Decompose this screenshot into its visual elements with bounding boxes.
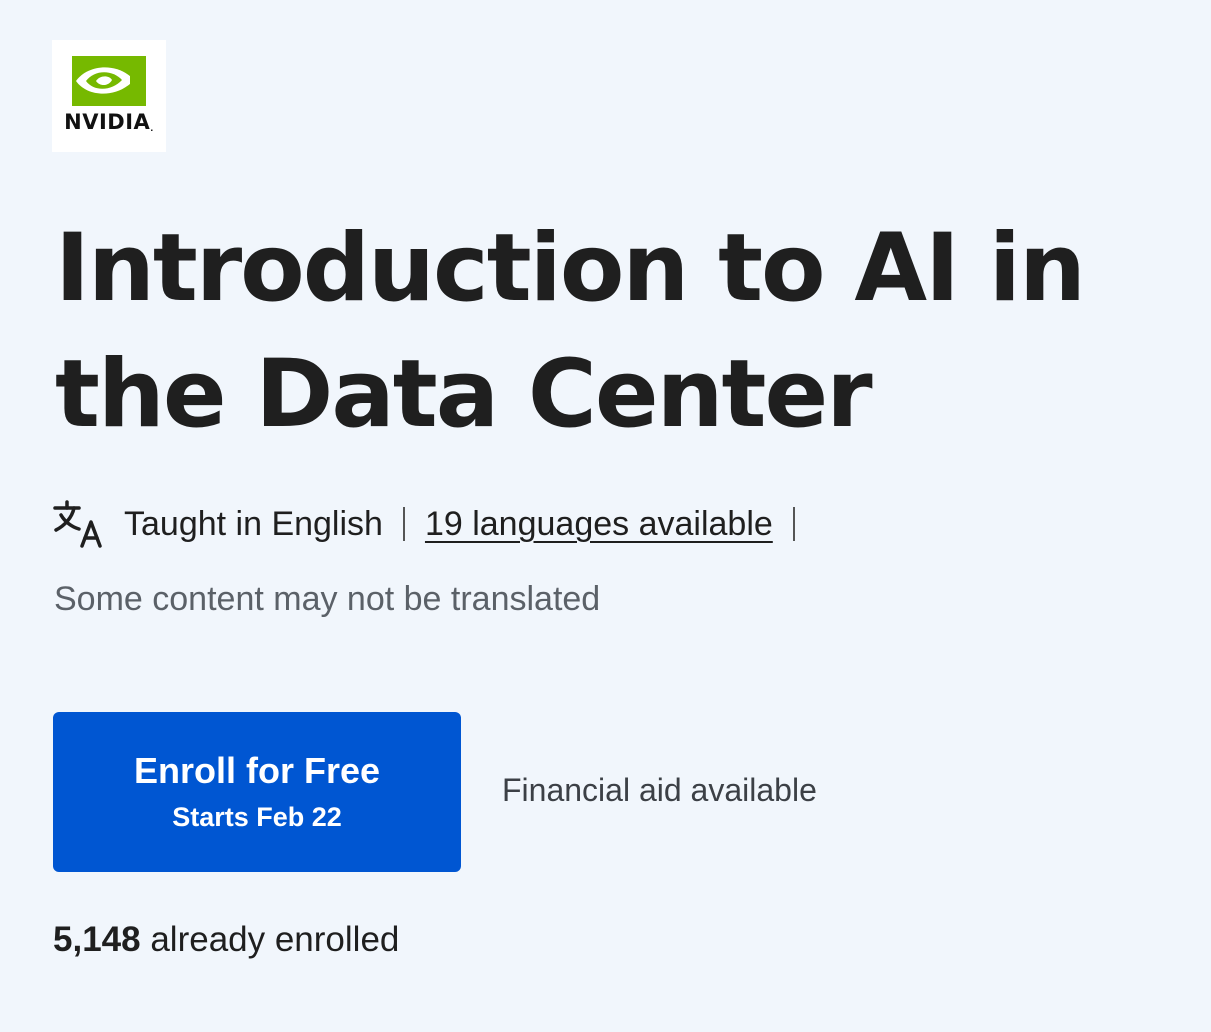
- nvidia-logo: NVIDIA.: [52, 40, 166, 152]
- enrolled-suffix: already enrolled: [150, 920, 400, 959]
- language-info: Taught in English 19 languages available: [52, 496, 795, 552]
- translate-icon: [53, 500, 102, 548]
- enroll-button-label: Enroll for Free: [133, 750, 381, 791]
- start-date: Starts Feb 22: [172, 802, 342, 832]
- languages-available-link[interactable]: 19 languages available: [425, 505, 773, 544]
- divider: [402, 507, 405, 541]
- enroll-button[interactable]: Enroll for Free Starts Feb 22: [53, 712, 461, 872]
- divider: [792, 507, 795, 541]
- nvidia-eye-icon: [72, 56, 146, 106]
- course-title: Introduction to AI in the Data Center: [55, 214, 1086, 449]
- translation-note: Some content may not be translated: [54, 580, 601, 618]
- enrolled-number: 5,148: [53, 920, 141, 959]
- taught-language: Taught in English: [124, 504, 383, 543]
- enrollment-count: 5,148 already enrolled: [53, 920, 399, 960]
- financial-aid-text: Financial aid available: [502, 772, 817, 808]
- nvidia-wordmark: NVIDIA.: [64, 110, 154, 134]
